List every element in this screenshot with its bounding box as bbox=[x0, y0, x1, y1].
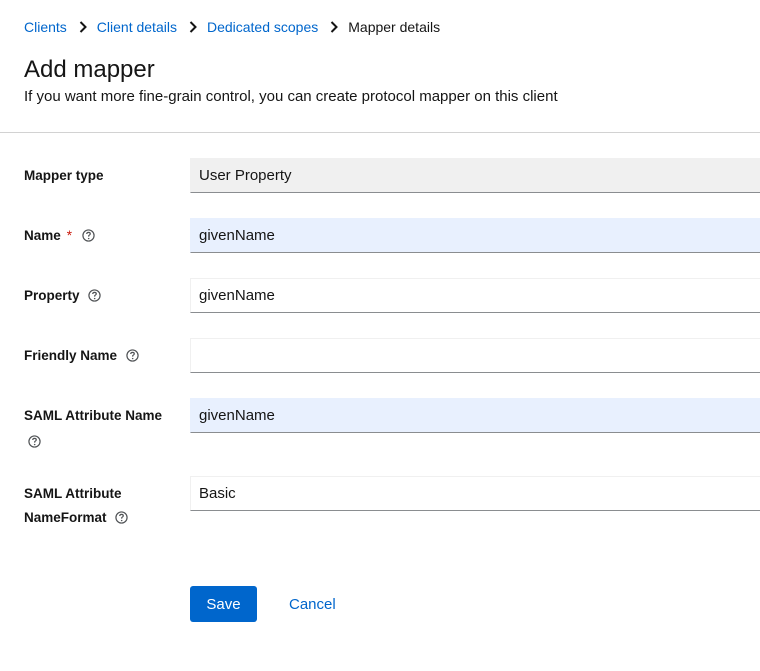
cancel-button[interactable]: Cancel bbox=[278, 586, 347, 622]
chevron-right-icon bbox=[189, 21, 197, 33]
chevron-right-icon bbox=[331, 21, 339, 33]
help-circle-icon[interactable] bbox=[126, 349, 139, 362]
help-circle-icon[interactable] bbox=[28, 435, 41, 448]
required-marker: * bbox=[66, 228, 73, 243]
friendly-name-input[interactable] bbox=[190, 338, 760, 373]
mapper-type-field bbox=[190, 158, 760, 193]
header-divider bbox=[0, 132, 760, 133]
mapper-type-label: Mapper type bbox=[24, 168, 104, 183]
breadcrumb-clients-link[interactable]: Clients bbox=[24, 19, 67, 35]
saml-attribute-nameformat-label-line2: NameFormat bbox=[24, 510, 107, 525]
page-subtitle: If you want more fine-grain control, you… bbox=[24, 88, 558, 105]
saml-attribute-nameformat-label-line1: SAML Attribute bbox=[24, 486, 122, 501]
saml-attribute-name-input[interactable] bbox=[190, 398, 760, 433]
breadcrumb-dedicated-scopes-link[interactable]: Dedicated scopes bbox=[207, 19, 318, 35]
page-title: Add mapper bbox=[24, 56, 155, 83]
saml-attribute-nameformat-select[interactable] bbox=[190, 476, 760, 511]
name-label: Name bbox=[24, 228, 61, 243]
friendly-name-label: Friendly Name bbox=[24, 348, 118, 363]
breadcrumb: Clients Client details Dedicated scopes … bbox=[24, 17, 440, 37]
chevron-right-icon bbox=[79, 21, 87, 33]
saml-attribute-nameformat-label-group: NameFormat bbox=[24, 506, 128, 530]
name-label-group: Name * bbox=[24, 224, 95, 248]
friendly-name-label-group: Friendly Name bbox=[24, 344, 139, 368]
name-input[interactable] bbox=[190, 218, 760, 253]
property-label: Property bbox=[24, 288, 80, 303]
breadcrumb-client-details-link[interactable]: Client details bbox=[97, 19, 177, 35]
property-input[interactable] bbox=[190, 278, 760, 313]
help-circle-icon[interactable] bbox=[88, 289, 101, 302]
help-circle-icon[interactable] bbox=[82, 229, 95, 242]
add-mapper-page: Clients Client details Dedicated scopes … bbox=[0, 0, 760, 671]
property-label-group: Property bbox=[24, 284, 101, 308]
save-button[interactable]: Save bbox=[190, 586, 257, 622]
help-circle-icon[interactable] bbox=[115, 511, 128, 524]
saml-attribute-name-label: SAML Attribute Name bbox=[24, 408, 163, 423]
breadcrumb-current: Mapper details bbox=[348, 19, 441, 35]
